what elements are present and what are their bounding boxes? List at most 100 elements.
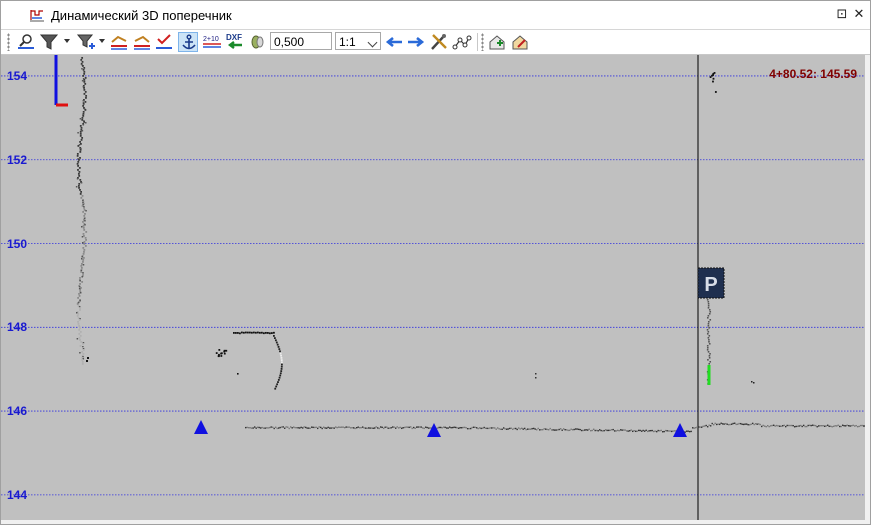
toolbar-grip[interactable]: [7, 33, 10, 51]
ground-point: [711, 422, 713, 425]
ground-point: [485, 427, 487, 429]
pole-point: [77, 185, 80, 187]
sign-post-point: [708, 335, 711, 337]
ground-point: [624, 429, 626, 431]
scale-select[interactable]: 1:1: [335, 32, 381, 50]
anchor-button[interactable]: [178, 32, 198, 52]
curb-point: [274, 387, 277, 390]
ground-point: [860, 424, 862, 427]
ground-point: [803, 424, 805, 427]
sign-post-point: [707, 315, 710, 317]
ground-point: [770, 425, 772, 427]
ground-point: [651, 429, 653, 432]
pole-point: [82, 100, 85, 102]
close-button[interactable]: ✕: [852, 7, 866, 21]
window-title: Динамический 3D поперечник: [51, 8, 232, 23]
sign-post-point: [706, 347, 709, 349]
curb-point: [247, 331, 249, 334]
curb-point: [279, 352, 282, 355]
ground-point: [776, 424, 778, 427]
layers-button[interactable]: [248, 32, 268, 52]
sign-post-point: [706, 329, 709, 331]
sign-post-point: [708, 309, 711, 311]
ground-point: [585, 429, 587, 431]
ground-point: [771, 424, 773, 427]
prev-section-button[interactable]: [384, 32, 404, 52]
section-marker: [427, 423, 441, 437]
cross-section-canvas[interactable]: P 154 152 150 148 146 144 4+80.52: 145.59: [1, 55, 865, 520]
elevation-label: 144: [7, 487, 28, 502]
ground-point: [288, 427, 290, 430]
curb-point: [280, 365, 283, 368]
export-dxf-button[interactable]: DXF: [225, 32, 245, 52]
ground-point: [723, 423, 725, 425]
cross-section-plot[interactable]: P: [1, 55, 865, 520]
pole-point: [81, 117, 84, 119]
ground-point: [473, 426, 475, 428]
ground-point: [690, 430, 692, 433]
ground-point: [669, 430, 671, 432]
curb-point: [237, 332, 239, 334]
polyline-nodes-icon: [452, 35, 472, 50]
pole-point: [83, 235, 85, 237]
tools-button[interactable]: [429, 32, 449, 52]
ground-point: [401, 427, 403, 430]
sign-post-point: [709, 319, 712, 321]
add-filter-dropdown-icon[interactable]: [99, 39, 105, 43]
ground-point: [774, 425, 776, 427]
sign-post-point: [709, 353, 711, 355]
toolbar-grip[interactable]: [481, 33, 484, 51]
section-left-button[interactable]: [109, 32, 129, 52]
zoom-extents-button[interactable]: [16, 32, 36, 52]
ground-point: [455, 426, 457, 429]
pole-point: [78, 187, 80, 189]
pole-point: [81, 68, 83, 70]
ground-point: [317, 427, 319, 430]
ground-point: [407, 426, 409, 428]
pole-point: [83, 81, 86, 83]
object-properties-button[interactable]: [510, 32, 530, 52]
ground-point: [381, 426, 383, 429]
check-button[interactable]: [154, 32, 174, 52]
ground-point: [479, 427, 481, 429]
ground-point: [423, 427, 425, 430]
ground-point: [791, 424, 793, 427]
next-section-button[interactable]: [406, 32, 426, 52]
step-input[interactable]: 0,500: [270, 32, 332, 50]
filter-dropdown-icon[interactable]: [64, 39, 70, 43]
ground-point: [513, 427, 515, 430]
ground-point: [561, 429, 563, 431]
ground-point: [552, 429, 554, 431]
ground-point: [501, 428, 503, 431]
ground-point: [659, 430, 661, 432]
ground-point: [725, 422, 727, 425]
ground-point: [576, 428, 578, 430]
ground-point: [704, 425, 706, 427]
curb-point: [220, 355, 223, 357]
ground-point: [740, 422, 742, 425]
ground-point: [413, 426, 415, 429]
curb-point: [276, 383, 279, 386]
ground-point: [572, 429, 574, 431]
ground-point: [521, 427, 523, 430]
curb-point: [233, 331, 235, 334]
ground-point: [261, 426, 263, 429]
add-filter-button[interactable]: [76, 32, 96, 52]
pole-point: [77, 313, 80, 315]
pole-point: [81, 61, 84, 63]
ground-point: [726, 423, 728, 425]
ground-point: [458, 427, 460, 429]
pole-point: [81, 195, 84, 197]
ground-point: [782, 425, 784, 427]
pin-button[interactable]: ⊡: [835, 7, 849, 21]
ground-point: [591, 429, 593, 432]
section-right-button[interactable]: [132, 32, 152, 52]
vertices-button[interactable]: [452, 32, 472, 52]
ground-point: [495, 428, 497, 430]
add-object-button[interactable]: [487, 32, 507, 52]
filter-button[interactable]: [39, 32, 59, 52]
ground-point: [477, 427, 479, 430]
scale-bar-button[interactable]: 2+10: [202, 32, 222, 52]
curb-point: [249, 331, 251, 334]
ground-point: [534, 428, 536, 430]
